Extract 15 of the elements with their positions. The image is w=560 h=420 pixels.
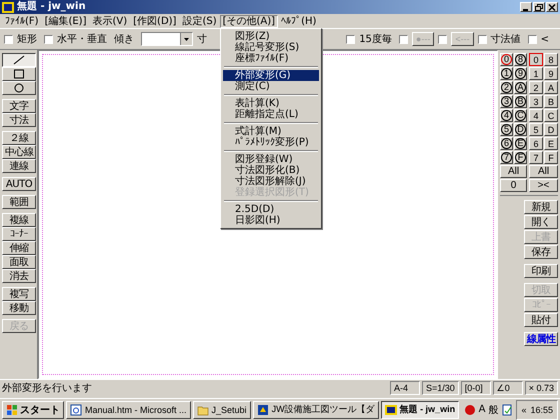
status-field: ∠0 xyxy=(492,381,523,395)
checkbox-label: 15度毎 xyxy=(359,32,392,46)
status-field: [0-0] xyxy=(460,381,491,395)
clock: 16:55 xyxy=(530,404,553,414)
checkbox-label: 矩形 xyxy=(17,33,37,46)
status-field: A-4 xyxy=(390,381,420,395)
checkbox-label: 水平・垂直 xyxy=(57,32,107,46)
status-message: 外部変形を行います xyxy=(2,382,93,395)
status-field: × 0.73 xyxy=(524,381,558,395)
window-title: 無題 - jw_win xyxy=(17,0,87,14)
toolbar-label: 寸 xyxy=(197,32,207,46)
field-label: 傾き xyxy=(114,33,134,46)
checkbox-label: < xyxy=(540,34,549,44)
checkbox-label: 寸法値 xyxy=(490,32,521,46)
status-field: S=1/30 xyxy=(422,381,459,395)
